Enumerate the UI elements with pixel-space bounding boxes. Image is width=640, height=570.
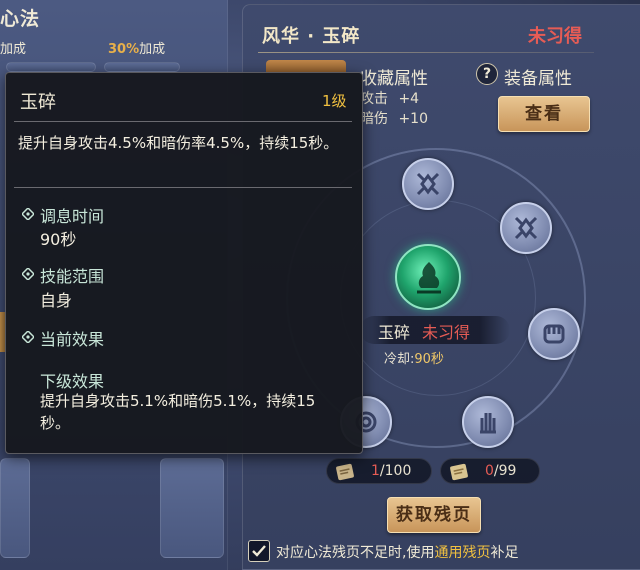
tooltip-section-heading: 当前效果 [40, 330, 105, 349]
collect-attr-label: 暗伤 [360, 111, 388, 127]
view-button[interactable]: 查看 [498, 96, 590, 132]
auto-fill-highlight: 通用残页 [434, 545, 491, 561]
diamond-bullet-icon [22, 268, 34, 280]
skill-node-right[interactable] [528, 308, 580, 360]
skill-jade-icon[interactable] [395, 244, 461, 310]
cooldown-label: 冷却: [384, 352, 415, 367]
cooldown-value: 90秒 [414, 352, 444, 367]
auto-fill-text: 对应心法残页不足时,使用 [276, 545, 435, 561]
skill-state: 未习得 [422, 323, 471, 342]
tooltip-description: 提升自身攻击4.5%和暗伤率4.5%，持续15秒。 [18, 134, 339, 152]
skill-name: 玉碎 [378, 323, 411, 342]
tooltip-next-level-description: 提升自身攻击5.1%和暗伤5.1%，持续15秒。 [40, 392, 316, 432]
page-scroll-icon [450, 463, 468, 481]
collect-attr-row: 攻击 +4 [360, 88, 419, 108]
left-card-2[interactable] [104, 62, 180, 72]
counter-value: 0/99 [485, 463, 516, 479]
tooltip-skill-name: 玉碎 [20, 92, 56, 113]
tooltip-skill-level: 1级 [322, 92, 347, 110]
collect-attr-row: 暗伤 +10 [360, 108, 428, 128]
counter-value: 1/100 [371, 463, 411, 479]
skill-node-upper-right[interactable] [500, 202, 552, 254]
panel-title: 风华 · 玉碎 [262, 26, 361, 47]
learn-status: 未习得 [528, 26, 582, 47]
counter-total: /99 [493, 463, 517, 479]
tooltip-section-value: 90秒 [40, 230, 77, 249]
auto-fill-label: 对应心法残页不足时,使用通用残页补足 [276, 542, 518, 562]
help-icon[interactable]: ? [476, 63, 498, 85]
auto-fill-checkbox[interactable] [248, 540, 270, 562]
collect-attributes-title: 收藏属性 [360, 69, 428, 89]
equip-attributes-title: 装备属性 [504, 69, 572, 89]
page-scroll-icon [336, 463, 354, 481]
counter-have: 1 [371, 463, 380, 479]
tooltip-section-value: 自身 [40, 291, 73, 310]
title-divider [258, 52, 594, 53]
tooltip-section-heading: 调息时间 [40, 207, 105, 226]
collect-attr-value: +4 [398, 91, 420, 107]
tooltip-divider [14, 187, 352, 188]
fist-icon [543, 324, 565, 344]
left-bonus-label: 加成 [0, 42, 27, 57]
skill-node-lower-right[interactable] [462, 396, 514, 448]
jade-figure-icon [417, 262, 441, 294]
left-card-3[interactable] [0, 458, 30, 558]
page-counter-general: 0/99 [440, 458, 540, 484]
collect-attr-label: 攻击 [360, 91, 388, 107]
left-panel-title: 心法 [0, 8, 41, 30]
counter-total: /100 [379, 463, 412, 479]
checkmark-icon [252, 545, 266, 557]
palm-icon [480, 413, 496, 434]
tooltip-section-heading: 技能范围 [40, 267, 105, 286]
get-pages-button[interactable]: 获取残页 [387, 497, 481, 533]
pattern-icon [514, 216, 538, 240]
auto-fill-text-end: 补足 [490, 545, 519, 561]
counter-have: 0 [485, 463, 494, 479]
diamond-bullet-icon [22, 208, 34, 220]
left-bonus-value: 30%加成 [108, 38, 165, 57]
skill-node-top[interactable] [402, 158, 454, 210]
page-counter-specific: 1/100 [326, 458, 432, 484]
tooltip-next-level-heading: 下级效果 [40, 372, 105, 391]
tooltip-divider [14, 121, 352, 122]
diamond-bullet-icon [22, 331, 34, 343]
left-bonus-suffix: 加成 [139, 42, 166, 57]
left-card-4[interactable] [160, 458, 224, 558]
left-bonus-percent: 30% [108, 42, 140, 57]
collect-attr-value: +10 [398, 111, 428, 127]
cooldown-row: 冷却:90秒 [384, 348, 444, 367]
left-card-1[interactable] [6, 62, 96, 72]
pattern-icon [416, 172, 440, 196]
